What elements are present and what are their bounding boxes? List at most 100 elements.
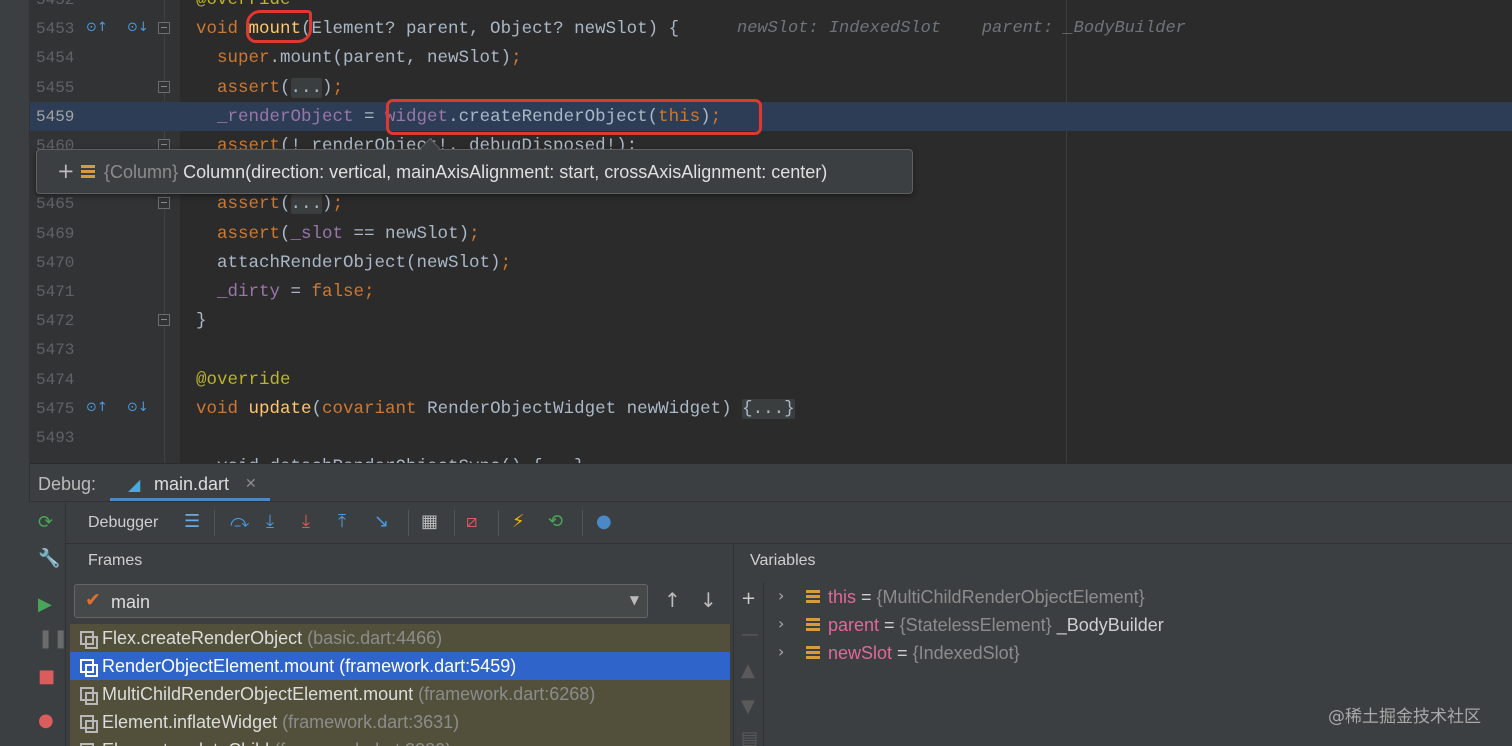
- code-token: assert: [196, 194, 281, 215]
- line-number[interactable]: 5469: [36, 225, 76, 243]
- tab-main-dart[interactable]: ◢ main.dart ✕: [110, 464, 270, 501]
- fold-toggle-icon[interactable]: [158, 22, 170, 35]
- breakpoints-icon[interactable]: ●: [38, 710, 54, 731]
- line-number[interactable]: 5474: [36, 371, 76, 389]
- code-line[interactable]: 5470 attachRenderObject(newSlot);: [0, 248, 1512, 277]
- code-text: void update(covariant RenderObjectWidget…: [196, 398, 795, 419]
- close-icon[interactable]: ✕: [245, 475, 257, 492]
- frame-row[interactable]: MultiChildRenderObjectElement.mount (fra…: [70, 680, 730, 708]
- code-token: update: [248, 398, 312, 419]
- expand-plus-icon[interactable]: +: [57, 159, 75, 183]
- frame-row[interactable]: Element.inflateWidget (framework.dart:36…: [70, 708, 730, 736]
- line-number[interactable]: 5493: [36, 429, 76, 447]
- step-out-icon[interactable]: ⤒: [338, 511, 346, 532]
- line-number[interactable]: 5454: [36, 49, 76, 67]
- code-token: ;: [500, 252, 512, 273]
- thread-select[interactable]: ✔ main ▼: [74, 584, 648, 618]
- variable-type: {MultiChildRenderObjectElement}: [876, 587, 1145, 607]
- frame-row[interactable]: Element.updateChild (framework.dart:3380…: [70, 736, 730, 746]
- overridden-icon[interactable]: ⊙↓: [127, 20, 149, 35]
- overridden-icon[interactable]: ⊙↓: [127, 400, 149, 415]
- variable-value-popup[interactable]: + {Column} Column(direction: vertical, m…: [36, 149, 913, 194]
- line-number[interactable]: 5465: [36, 195, 76, 213]
- code-line[interactable]: void detachRenderObjectSync() {...}: [0, 452, 1512, 463]
- code-line[interactable]: 5472}: [0, 306, 1512, 335]
- line-number[interactable]: 5453: [36, 20, 76, 38]
- chevron-down-icon: ▼: [629, 593, 639, 607]
- code-line[interactable]: 5469 assert(_slot == newSlot);: [0, 219, 1512, 248]
- code-token: ...: [290, 194, 323, 215]
- hot-reload-icon[interactable]: ⚡: [512, 511, 525, 532]
- line-number[interactable]: 5472: [36, 312, 76, 330]
- code-line[interactable]: 5471 _dirty = false;: [0, 277, 1512, 306]
- code-token: super: [196, 48, 270, 69]
- code-line[interactable]: 5453 ⊙↑ ⊙↓ void mount(Element? parent, Obje…: [0, 14, 1512, 43]
- debug-side-toolbar: ⟳ 🔧 ▶ ❚❚ ■ ●: [0, 502, 68, 746]
- code-token: (: [311, 398, 323, 419]
- frame-label: Element.updateChild (framework.dart:3380…: [102, 740, 451, 746]
- code-line[interactable]: 5452 @override: [0, 0, 1512, 14]
- line-number[interactable]: 5473: [36, 341, 76, 359]
- frame-method: MultiChildRenderObjectElement.mount: [102, 684, 414, 704]
- evaluate-icon[interactable]: ▦: [421, 511, 438, 532]
- chevron-right-icon[interactable]: ›: [778, 642, 784, 661]
- fold-toggle-icon[interactable]: [158, 314, 170, 327]
- line-number[interactable]: 5452: [36, 0, 76, 9]
- tab-label: main.dart: [154, 474, 230, 494]
- pause-icon[interactable]: ❚❚: [38, 628, 68, 649]
- chevron-right-icon[interactable]: ›: [778, 586, 784, 605]
- arrow-up-icon[interactable]: ↑: [664, 588, 681, 612]
- code-token: (: [280, 194, 291, 215]
- code-token: (: [280, 77, 291, 98]
- add-watch-icon[interactable]: +: [741, 588, 756, 609]
- code-line[interactable]: 5474 @override: [0, 365, 1512, 394]
- override-icon[interactable]: ⊙↑: [86, 400, 108, 415]
- chevron-right-icon[interactable]: ›: [778, 614, 784, 633]
- variable-value: _BodyBuilder: [1056, 615, 1164, 635]
- frame-row[interactable]: RenderObjectElement.mount (framework.dar…: [70, 652, 730, 680]
- code-token: void: [196, 398, 249, 419]
- remove-watch-icon[interactable]: —: [741, 624, 759, 645]
- fold-toggle-icon[interactable]: [158, 197, 170, 210]
- line-number[interactable]: 5475: [36, 400, 76, 418]
- frame-label: RenderObjectElement.mount (framework.dar…: [102, 656, 516, 677]
- frame-row[interactable]: Flex.createRenderObject (basic.dart:4466…: [70, 624, 730, 652]
- copy-icon[interactable]: ▤: [741, 728, 758, 746]
- code-token: (Element? parent, Object? newSlot) {: [301, 19, 680, 40]
- step-into-icon[interactable]: ⤓: [266, 511, 274, 532]
- variables-toolbar: + — ▲ ▼ ▤: [734, 582, 764, 746]
- devtools-icon[interactable]: ●: [596, 511, 612, 532]
- fold-toggle-icon[interactable]: [158, 80, 170, 93]
- stop-icon[interactable]: ■: [38, 666, 55, 687]
- line-number[interactable]: 5470: [36, 254, 76, 272]
- move-up-icon[interactable]: ▲: [741, 660, 755, 681]
- arrow-down-icon[interactable]: ↓: [700, 588, 717, 612]
- code-line[interactable]: 5475 ⊙↑ ⊙↓ void update(covariant RenderObje…: [0, 394, 1512, 423]
- code-line[interactable]: 5455 assert(...);: [0, 73, 1512, 102]
- flutter-icon: ◢: [128, 475, 141, 494]
- run-to-cursor-icon[interactable]: ↘: [374, 511, 389, 532]
- frame-location: (framework.dart:6268): [418, 684, 596, 704]
- resume-icon[interactable]: ▶: [38, 594, 52, 615]
- code-token: _renderObject: [196, 106, 354, 127]
- hot-restart-icon[interactable]: ⟲: [548, 511, 563, 532]
- code-line[interactable]: 5454 super.mount(parent, newSlot);: [0, 43, 1512, 72]
- mute-breakpoints-icon[interactable]: ⧄: [466, 511, 477, 532]
- step-over-icon[interactable]: ⤼: [230, 511, 249, 532]
- move-down-icon[interactable]: ▼: [741, 696, 755, 717]
- line-number[interactable]: 5459: [36, 108, 76, 126]
- frame-location: (basic.dart:4466): [307, 628, 443, 648]
- line-number[interactable]: 5455: [36, 79, 76, 97]
- menu-icon[interactable]: ☰: [184, 511, 200, 532]
- wrench-icon[interactable]: 🔧: [38, 548, 60, 569]
- line-number[interactable]: 5471: [36, 283, 76, 301]
- debugger-tab[interactable]: Debugger: [88, 514, 158, 532]
- force-step-into-icon[interactable]: ⤓: [302, 511, 310, 532]
- code-line[interactable]: 5473: [0, 335, 1512, 364]
- code-text: assert(...);: [196, 194, 343, 215]
- rerun-icon[interactable]: ⟳: [38, 512, 53, 533]
- override-icon[interactable]: ⊙↑: [86, 20, 108, 35]
- field-icon: [806, 618, 820, 632]
- code-editor[interactable]: 5452 @override 5453 ⊙↑ ⊙↓ void mount(Element?…: [0, 0, 1512, 463]
- code-line[interactable]: 5493: [0, 423, 1512, 452]
